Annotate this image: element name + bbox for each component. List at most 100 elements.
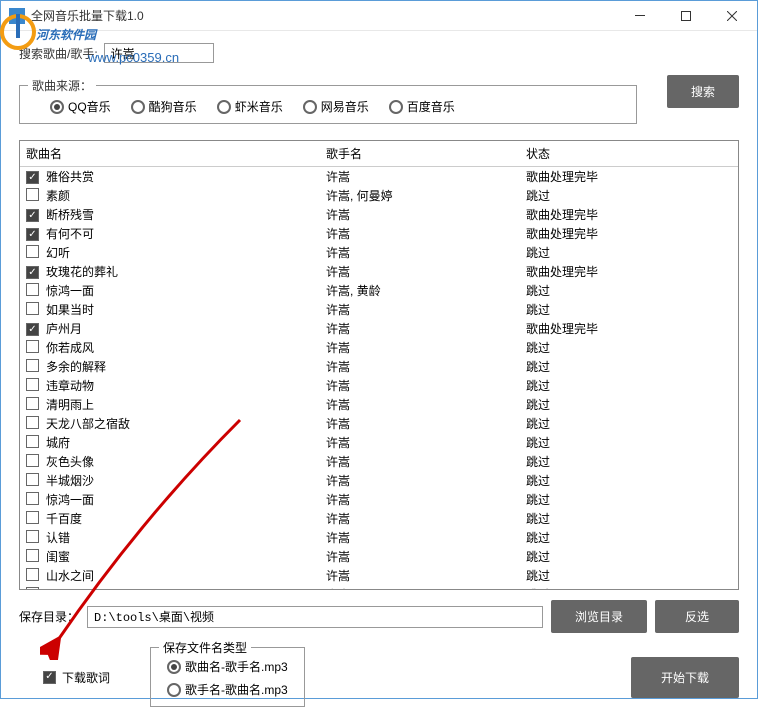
start-download-button[interactable]: 开始下载: [631, 657, 739, 698]
table-row[interactable]: 惊鸿一面许嵩跳过: [20, 490, 738, 509]
cell-artist: 许嵩: [326, 339, 526, 356]
cell-song: 素颜: [44, 187, 326, 204]
table-row[interactable]: 你若成风许嵩跳过: [20, 338, 738, 357]
source-radio-4[interactable]: 百度音乐: [389, 98, 455, 115]
table-row[interactable]: 山水之间许嵩跳过: [20, 566, 738, 585]
row-checkbox[interactable]: [26, 359, 39, 372]
search-button[interactable]: 搜索: [667, 75, 739, 108]
cell-status: 歌曲处理完毕: [526, 225, 732, 242]
header-song[interactable]: 歌曲名: [26, 145, 326, 162]
radio-icon: [303, 100, 317, 114]
row-checkbox[interactable]: [26, 188, 39, 201]
close-button[interactable]: [709, 2, 755, 30]
table-row[interactable]: 有何不可许嵩歌曲处理完毕: [20, 224, 738, 243]
maximize-button[interactable]: [663, 2, 709, 30]
cell-status: 跳过: [526, 415, 732, 432]
table-row[interactable]: 素颜许嵩, 何曼婷跳过: [20, 186, 738, 205]
radio-icon: [167, 660, 181, 674]
source-radio-3[interactable]: 网易音乐: [303, 98, 369, 115]
radio-icon: [131, 100, 145, 114]
table-row[interactable]: 清明雨上许嵩跳过: [20, 395, 738, 414]
row-checkbox[interactable]: [26, 378, 39, 391]
cell-song: 庐州月: [44, 320, 326, 337]
download-lyrics-checkbox[interactable]: 下载歌词: [43, 669, 110, 686]
app-icon: [9, 8, 25, 24]
cell-song: 城府: [44, 434, 326, 451]
row-checkbox[interactable]: [26, 228, 39, 241]
table-row[interactable]: 庐州月许嵩歌曲处理完毕: [20, 319, 738, 338]
table-row[interactable]: 玫瑰花的葬礼许嵩歌曲处理完毕: [20, 262, 738, 281]
save-path-input[interactable]: [87, 606, 543, 628]
table-row[interactable]: 幻听许嵩跳过: [20, 243, 738, 262]
row-checkbox[interactable]: [26, 568, 39, 581]
row-checkbox[interactable]: [26, 245, 39, 258]
cell-song: 认错: [44, 529, 326, 546]
cell-artist: 许嵩: [326, 263, 526, 280]
table-row[interactable]: 闺蜜许嵩跳过: [20, 547, 738, 566]
table-row[interactable]: 城府许嵩跳过: [20, 433, 738, 452]
cell-status: 歌曲处理完毕: [526, 206, 732, 223]
row-checkbox[interactable]: [26, 473, 39, 486]
row-checkbox[interactable]: [26, 549, 39, 562]
table-row[interactable]: 叹服许嵩跳过: [20, 585, 738, 590]
browse-button[interactable]: 浏览目录: [551, 600, 647, 633]
cell-artist: 许嵩: [326, 396, 526, 413]
row-checkbox[interactable]: [26, 454, 39, 467]
row-checkbox[interactable]: [26, 302, 39, 315]
header-status[interactable]: 状态: [526, 145, 732, 162]
row-checkbox[interactable]: [26, 587, 39, 591]
radio-icon: [50, 100, 64, 114]
table-row[interactable]: 千百度许嵩跳过: [20, 509, 738, 528]
table-row[interactable]: 认错许嵩跳过: [20, 528, 738, 547]
cell-artist: 许嵩: [326, 548, 526, 565]
cell-artist: 许嵩: [326, 586, 526, 590]
table-row[interactable]: 如果当时许嵩跳过: [20, 300, 738, 319]
cell-status: 跳过: [526, 567, 732, 584]
table-row[interactable]: 半城烟沙许嵩跳过: [20, 471, 738, 490]
cell-artist: 许嵩: [326, 301, 526, 318]
cell-status: 跳过: [526, 339, 732, 356]
row-checkbox[interactable]: [26, 397, 39, 410]
row-checkbox[interactable]: [26, 416, 39, 429]
radio-icon: [167, 683, 181, 697]
row-checkbox[interactable]: [26, 435, 39, 448]
row-checkbox[interactable]: [26, 530, 39, 543]
cell-status: 歌曲处理完毕: [526, 320, 732, 337]
cell-status: 跳过: [526, 282, 732, 299]
table-row[interactable]: 断桥残雪许嵩歌曲处理完毕: [20, 205, 738, 224]
table-row[interactable]: 惊鸿一面许嵩, 黄龄跳过: [20, 281, 738, 300]
save-label: 保存目录：: [19, 608, 79, 625]
table-row[interactable]: 违章动物许嵩跳过: [20, 376, 738, 395]
table-row[interactable]: 多余的解释许嵩跳过: [20, 357, 738, 376]
minimize-button[interactable]: [617, 2, 663, 30]
cell-status: 歌曲处理完毕: [526, 168, 732, 185]
cell-artist: 许嵩: [326, 529, 526, 546]
row-checkbox[interactable]: [26, 209, 39, 222]
filename-radio-0[interactable]: 歌曲名-歌手名.mp3: [167, 658, 288, 675]
cell-artist: 许嵩: [326, 472, 526, 489]
invert-button[interactable]: 反选: [655, 600, 739, 633]
filename-radio-1[interactable]: 歌手名-歌曲名.mp3: [167, 681, 288, 698]
table-row[interactable]: 天龙八部之宿敌许嵩跳过: [20, 414, 738, 433]
checkbox-icon: [43, 671, 56, 684]
row-checkbox[interactable]: [26, 511, 39, 524]
row-checkbox[interactable]: [26, 266, 39, 279]
cell-song: 如果当时: [44, 301, 326, 318]
row-checkbox[interactable]: [26, 340, 39, 353]
cell-song: 断桥残雪: [44, 206, 326, 223]
row-checkbox[interactable]: [26, 492, 39, 505]
source-radio-0[interactable]: QQ音乐: [50, 98, 111, 115]
cell-status: 跳过: [526, 377, 732, 394]
cell-status: 跳过: [526, 453, 732, 470]
header-artist[interactable]: 歌手名: [326, 145, 526, 162]
search-input[interactable]: [104, 43, 214, 63]
source-radio-1[interactable]: 酷狗音乐: [131, 98, 197, 115]
row-checkbox[interactable]: [26, 283, 39, 296]
cell-song: 有何不可: [44, 225, 326, 242]
titlebar: 全网音乐批量下载1.0: [1, 1, 757, 31]
table-row[interactable]: 灰色头像许嵩跳过: [20, 452, 738, 471]
row-checkbox[interactable]: [26, 323, 39, 336]
row-checkbox[interactable]: [26, 171, 39, 184]
table-row[interactable]: 雅俗共赏许嵩歌曲处理完毕: [20, 167, 738, 186]
source-radio-2[interactable]: 虾米音乐: [217, 98, 283, 115]
